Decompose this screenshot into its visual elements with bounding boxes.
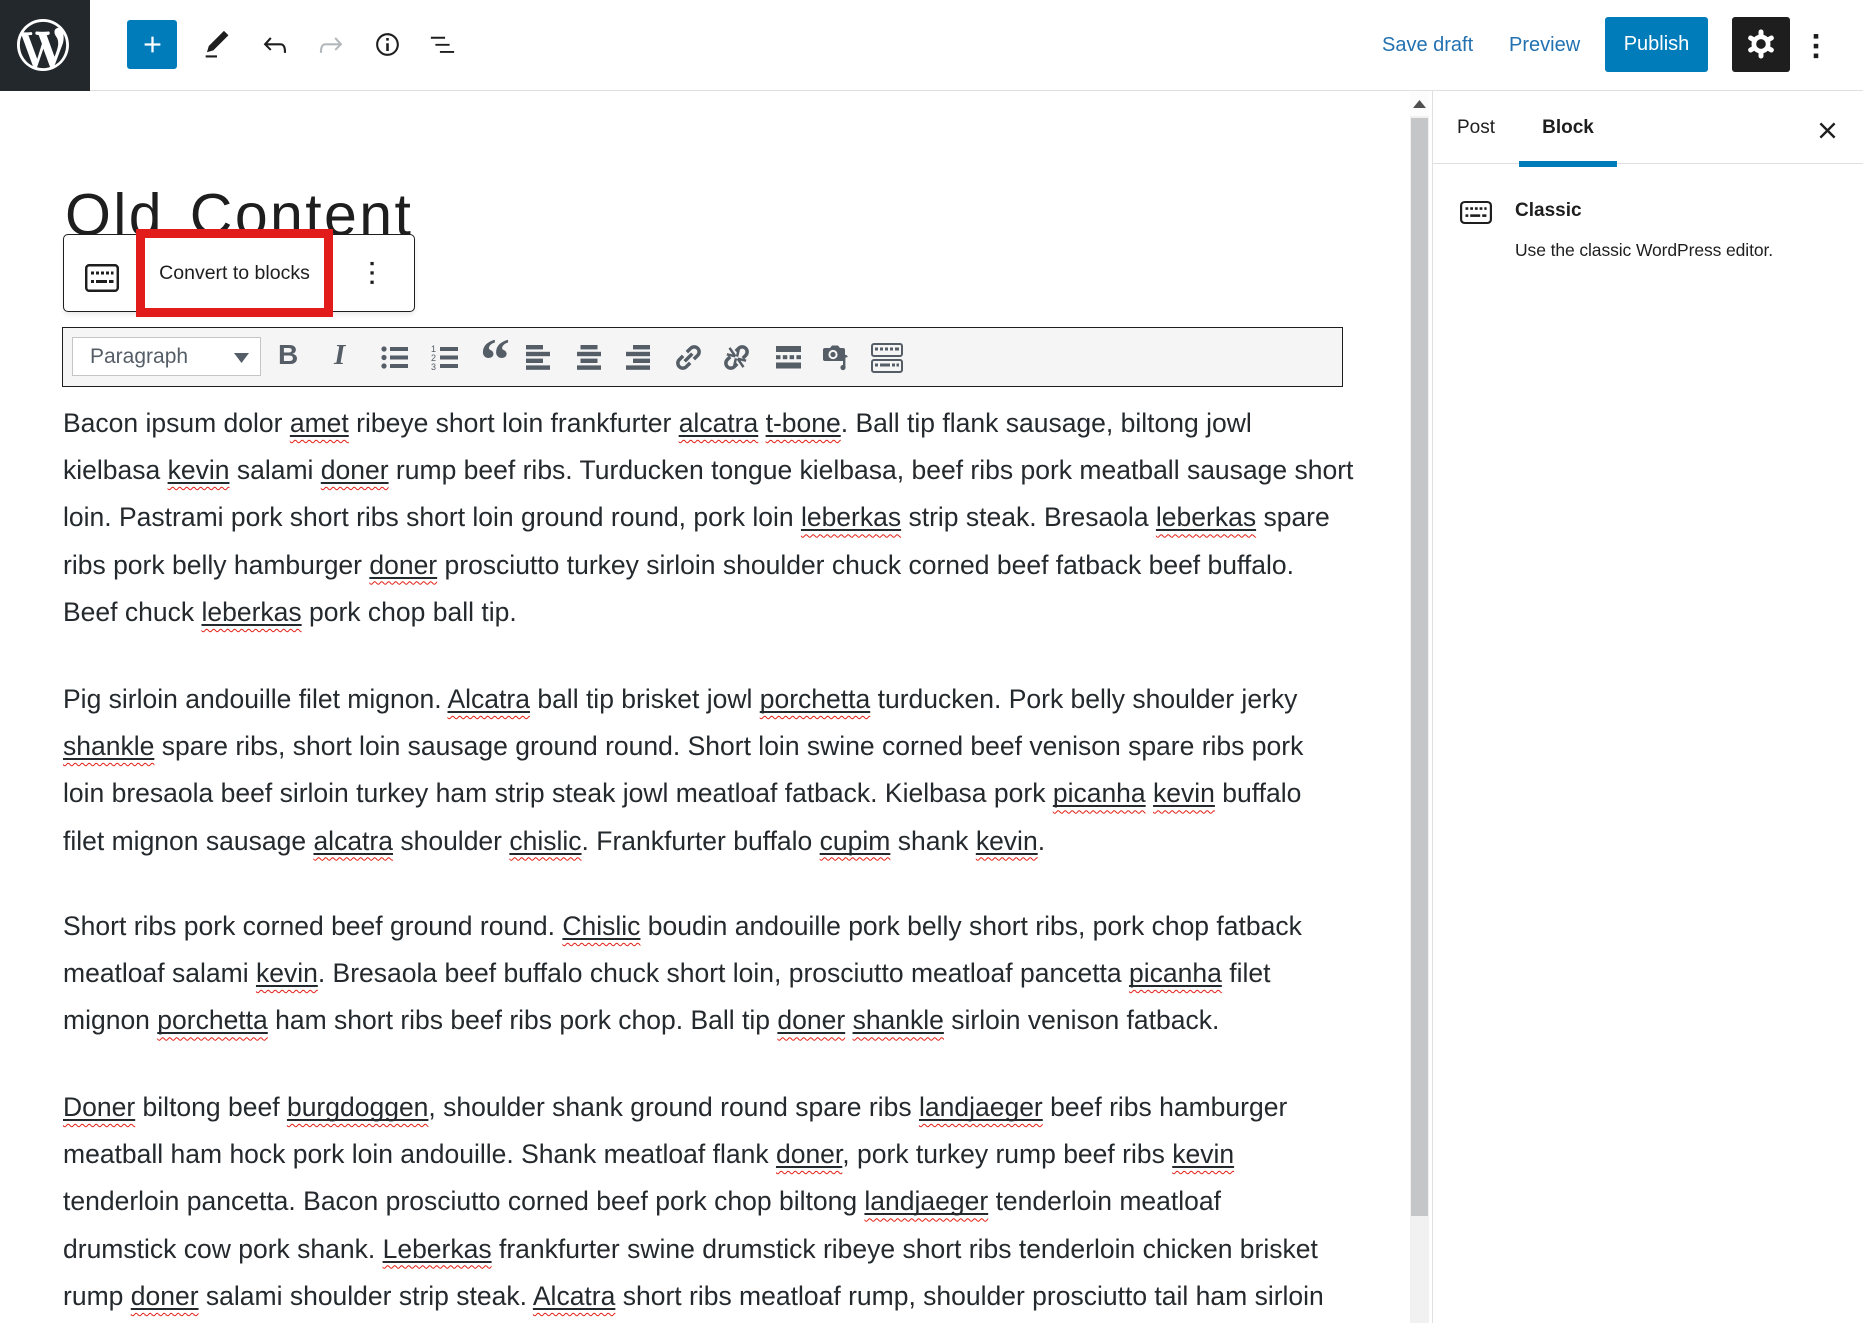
svg-text:3: 3 [431,362,436,371]
